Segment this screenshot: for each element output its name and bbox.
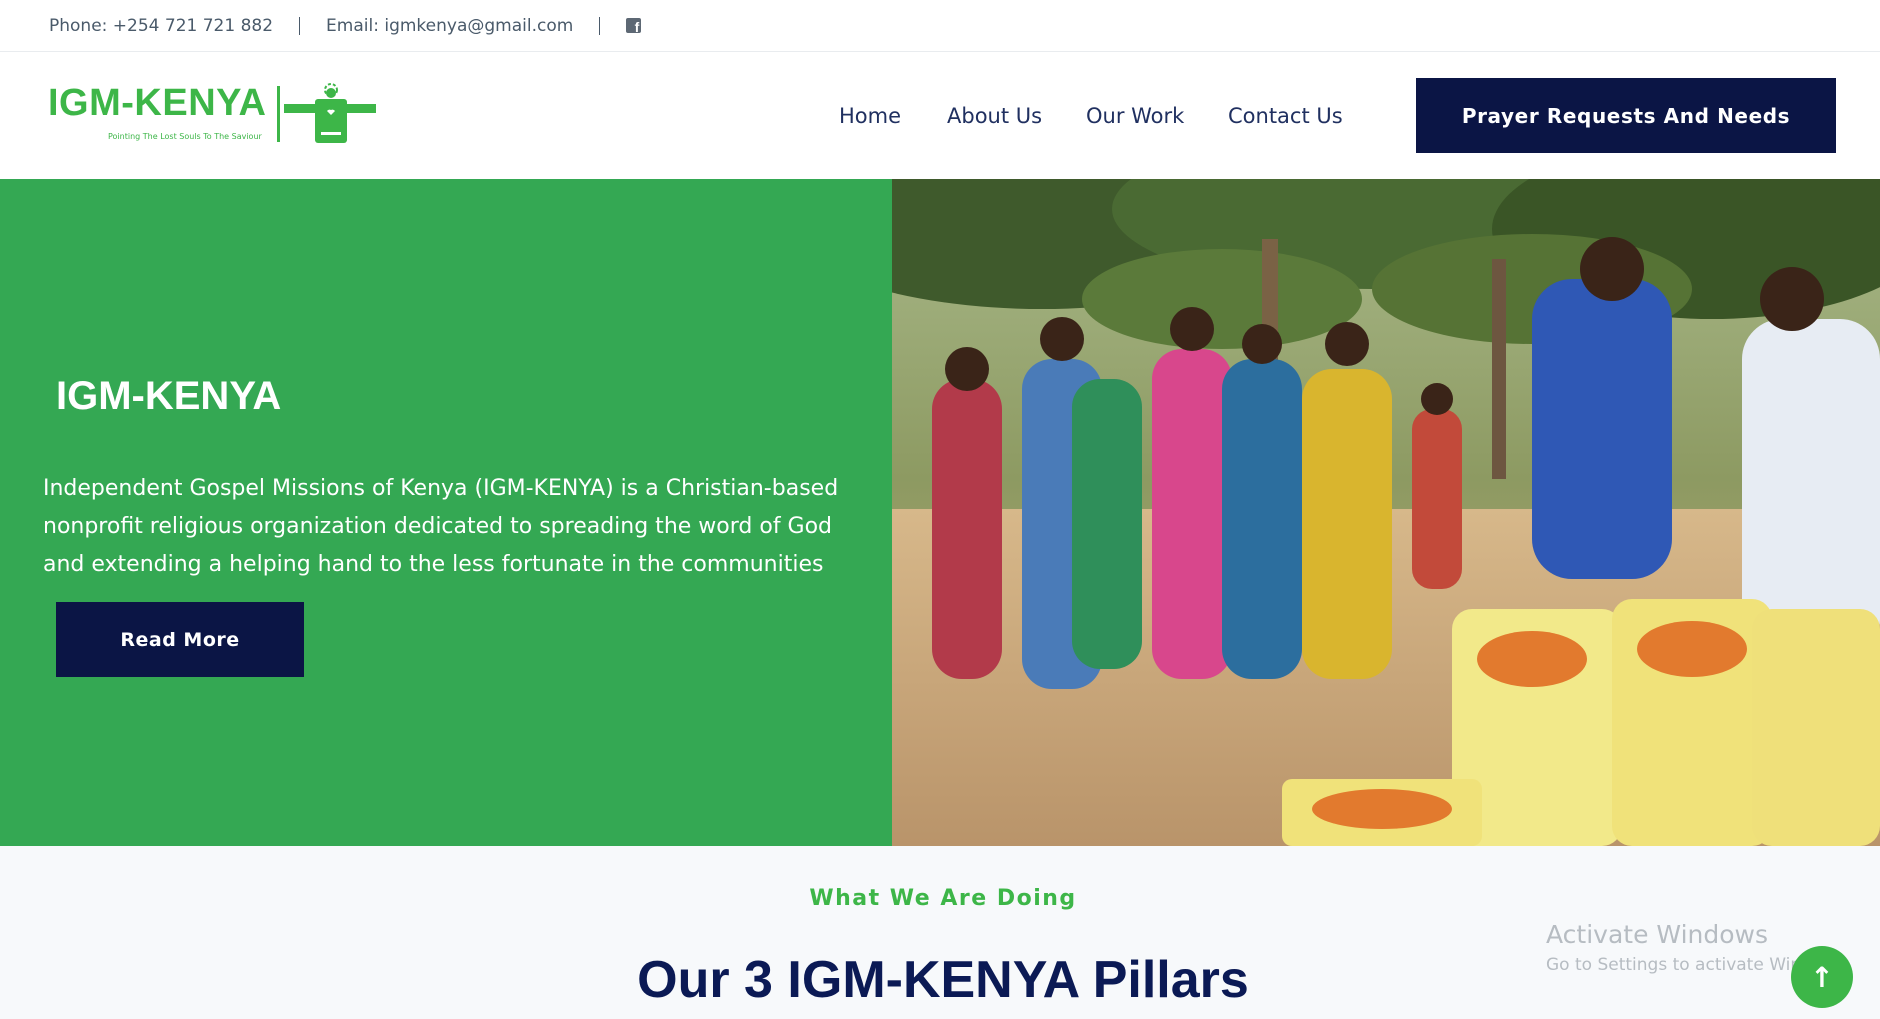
scroll-to-top-button[interactable]: ↑	[1791, 946, 1853, 1008]
section-kicker: What We Are Doing	[809, 886, 1077, 911]
nav-our-work[interactable]: Our Work	[1086, 104, 1184, 128]
activate-title: Activate Windows	[1546, 920, 1768, 949]
cross-figure-icon	[284, 83, 376, 143]
nav-contact-us[interactable]: Contact Us	[1228, 104, 1343, 128]
arrow-up-icon: ↑	[1810, 960, 1834, 994]
prayer-requests-button[interactable]: Prayer Requests And Needs	[1416, 78, 1836, 153]
nav-home[interactable]: Home	[839, 104, 901, 128]
facebook-icon[interactable]	[626, 18, 642, 35]
community-food-distribution-photo	[892, 179, 1880, 846]
read-more-button[interactable]: Read More	[56, 602, 304, 677]
site-header: IGM-KENYA Pointing The Lost Souls To The…	[0, 52, 1880, 178]
hero-photo-drawing	[892, 179, 1880, 846]
logo-text: IGM-KENYA	[48, 82, 267, 124]
logo-tagline: Pointing The Lost Souls To The Saviour	[108, 132, 262, 141]
divider	[599, 16, 601, 35]
top-contact-bar: Phone: +254 721 721 882 Email: igmkenya@…	[0, 0, 1880, 52]
phone-text: Phone: +254 721 721 882	[49, 15, 274, 36]
hero-description: Independent Gospel Missions of Kenya (IG…	[43, 476, 839, 577]
site-logo[interactable]: IGM-KENYA Pointing The Lost Souls To The…	[48, 82, 378, 172]
divider	[299, 16, 301, 35]
hero-title: IGM-KENYA	[56, 374, 282, 418]
hero-panel: IGM-KENYA Independent Gospel Missions of…	[0, 179, 892, 846]
logo-divider	[277, 86, 280, 142]
nav-about-us[interactable]: About Us	[947, 104, 1042, 128]
email-text[interactable]: Email: igmkenya@gmail.com	[326, 16, 573, 36]
